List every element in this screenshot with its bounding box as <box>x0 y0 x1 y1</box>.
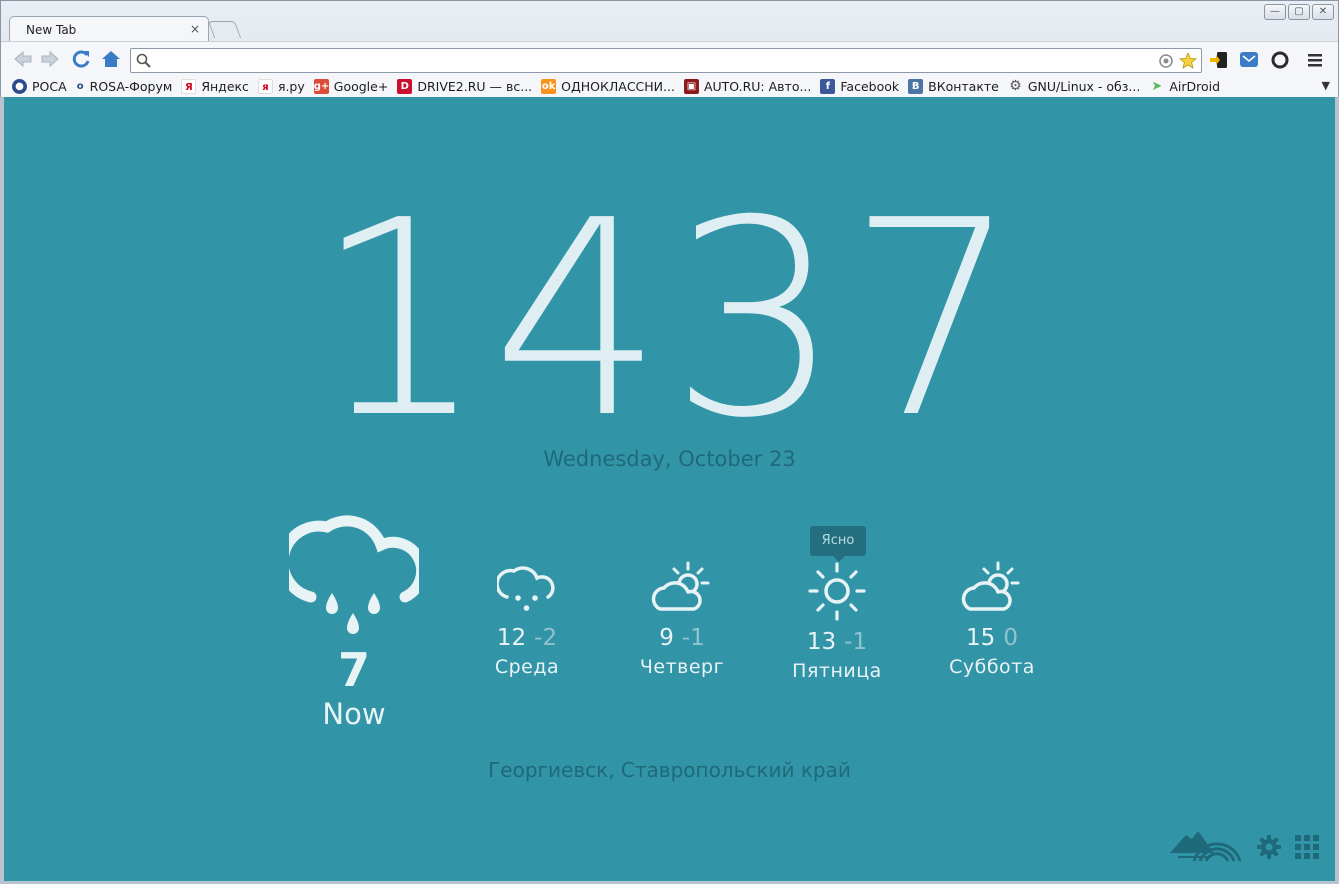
bookmark-facebook[interactable]: f Facebook <box>820 78 899 94</box>
forecast-day[interactable]: 13 -1 Пятница <box>777 561 897 685</box>
mountain-rainbow-logo-icon[interactable] <box>1170 827 1242 863</box>
weather-tooltip: Ясно <box>810 526 866 562</box>
bookmark-autoru[interactable]: ▣ AUTO.RU: Авто... <box>683 78 811 94</box>
new-tab-button[interactable] <box>207 21 242 38</box>
close-window-button[interactable]: ✕ <box>1312 4 1334 20</box>
forecast-day[interactable]: 15 0 Суббота <box>932 561 1052 681</box>
forecast-temperatures: 13 -1 <box>777 627 897 657</box>
partly-cloudy-icon <box>651 561 710 611</box>
vkontakte-icon: B <box>908 78 924 94</box>
airdroid-icon: ➤ <box>1151 78 1163 94</box>
forecast-day[interactable]: 12 -2 Среда <box>467 561 587 681</box>
reload-icon[interactable] <box>70 48 92 70</box>
bookmark-yaru[interactable]: я я.ру <box>257 78 305 94</box>
forecast-high: 13 <box>806 629 837 655</box>
tab-strip: New Tab × — ▢ ✕ <box>1 1 1338 42</box>
circle-extension-icon[interactable] <box>1269 49 1291 71</box>
forecast-day[interactable]: 9 -1 Четверг <box>622 561 742 681</box>
toolbar <box>1 41 1338 75</box>
bookmark-airdroid[interactable]: ➤ AirDroid <box>1149 79 1220 94</box>
apps-grid-icon[interactable] <box>1294 834 1322 860</box>
search-icon <box>136 53 151 68</box>
forecast-temperatures: 12 -2 <box>467 623 587 653</box>
forecast-high: 9 <box>659 625 674 651</box>
partly-cloudy-icon <box>961 561 1020 611</box>
forecast-day-name: Среда <box>494 656 560 678</box>
forecast-day-name: Пятница <box>792 660 882 682</box>
send-to-phone-icon[interactable] <box>1208 49 1230 71</box>
menu-icon[interactable] <box>1304 49 1326 71</box>
back-arrow-icon[interactable] <box>12 48 34 70</box>
rain-cloud-icon <box>277 515 428 634</box>
rain-cloud-icon <box>497 566 555 611</box>
google-plus-icon: g+ <box>313 78 330 94</box>
forecast-day-name: Суббота <box>949 656 1035 678</box>
bookmark-rosa[interactable]: ● РОСА <box>12 78 67 94</box>
forecast-low: -1 <box>681 625 705 651</box>
tab-new-tab[interactable]: New Tab × <box>9 16 209 42</box>
gear-icon: ⚙ <box>1009 77 1022 94</box>
rosa-forum-icon: o <box>76 80 84 92</box>
current-temperature: 7 <box>337 643 370 697</box>
bookmark-drive2[interactable]: D DRIVE2.RU — вс... <box>397 78 532 94</box>
yaru-icon: я <box>257 78 273 94</box>
current-weather: 7 Now <box>277 515 428 733</box>
minimize-button[interactable]: — <box>1264 4 1286 20</box>
bookmark-google-plus[interactable]: g+ Google+ <box>313 78 388 94</box>
forecast-high: 12 <box>496 625 527 651</box>
forecast-low: 0 <box>1003 625 1018 651</box>
settings-gear-icon[interactable] <box>1256 834 1282 860</box>
facebook-icon: f <box>820 78 836 94</box>
location-target-icon[interactable] <box>1157 52 1175 70</box>
drive2-icon: D <box>397 78 413 94</box>
bookmark-odnoklassniki[interactable]: ok ОДНОКЛАССНИ... <box>541 78 675 94</box>
clock-time: 1437 <box>313 162 1026 477</box>
forward-arrow-icon[interactable] <box>39 48 61 70</box>
home-icon[interactable] <box>100 48 122 70</box>
tab-close-button[interactable]: × <box>190 22 200 36</box>
bookmark-rosa-forum[interactable]: o ROSA-Форум <box>76 79 173 94</box>
window-controls: — ▢ ✕ <box>1264 4 1334 20</box>
bookmarks-bar: ● РОСА o ROSA-Форум Я Яндекс я я.ру g+ G… <box>1 75 1338 98</box>
forecast-low: -2 <box>534 625 558 651</box>
new-tab-page: 1437 Wednesday, October 23 7 Now 12 -2 Ср… <box>4 97 1335 881</box>
bookmark-yandex[interactable]: Я Яндекс <box>181 78 249 94</box>
bookmark-gnu-linux[interactable]: ⚙ GNU/Linux - обз... <box>1008 77 1140 94</box>
maximize-button[interactable]: ▢ <box>1288 4 1310 20</box>
address-input[interactable] <box>157 51 1147 70</box>
current-label: Now <box>322 697 386 731</box>
forecast-low: -1 <box>844 629 868 655</box>
forecast-day-name: Четверг <box>639 656 725 678</box>
odnoklassniki-icon: ok <box>541 78 557 94</box>
mail-extension-icon[interactable] <box>1238 49 1260 71</box>
date-label: Wednesday, October 23 <box>543 447 796 471</box>
rosa-icon: ● <box>12 78 27 94</box>
forecast-temperatures: 9 -1 <box>622 623 742 653</box>
sun-icon <box>808 562 866 621</box>
autoru-icon: ▣ <box>683 78 699 94</box>
forecast-high: 15 <box>966 625 996 651</box>
location-label[interactable]: Георгиевск, Ставропольский край <box>4 758 1335 782</box>
bookmarks-overflow-button[interactable]: ▼ <box>1322 79 1330 92</box>
bookmark-vkontakte[interactable]: B ВКонтакте <box>908 78 999 94</box>
address-bar[interactable] <box>130 48 1202 73</box>
yandex-icon: Я <box>181 78 197 94</box>
forecast-temperatures: 15 0 <box>932 623 1052 653</box>
tab-title: New Tab <box>26 23 77 37</box>
browser-chrome: New Tab × — ▢ ✕ ● РОСА o ROSA-Форум Я Ян… <box>0 0 1339 98</box>
bookmark-star-icon[interactable] <box>1179 52 1197 70</box>
